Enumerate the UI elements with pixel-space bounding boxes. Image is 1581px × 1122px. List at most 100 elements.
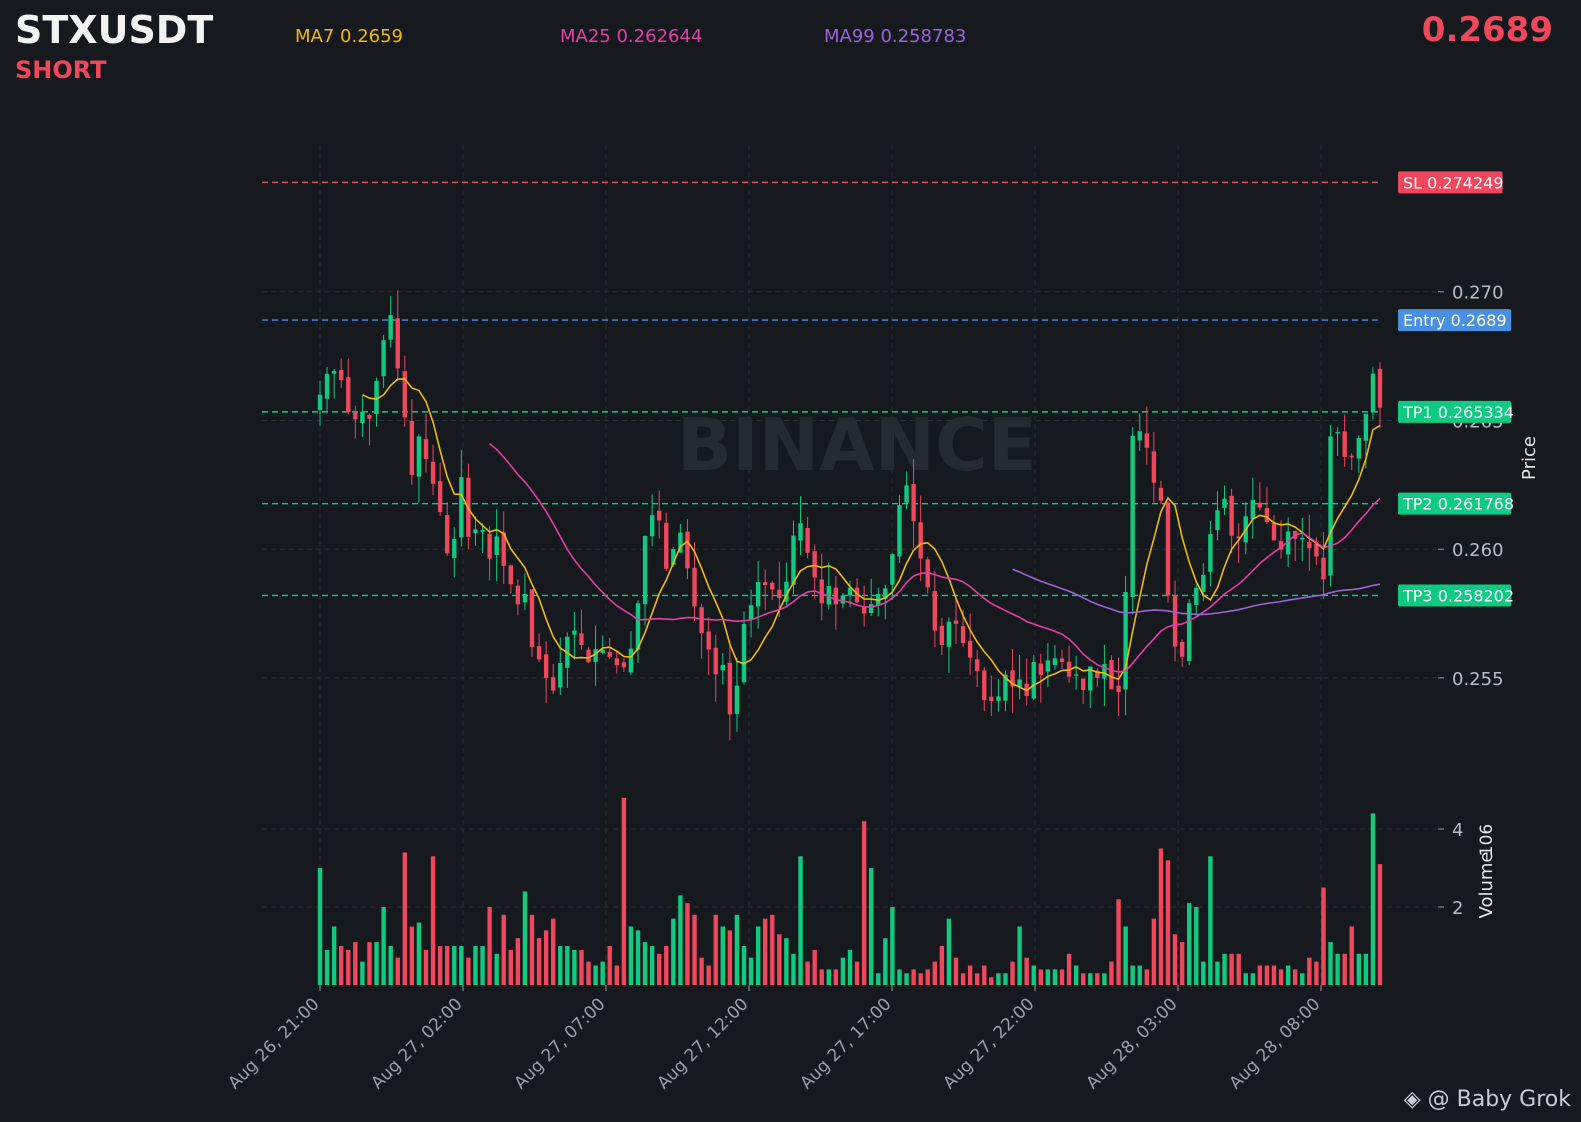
- time-tick-label: Aug 28, 08:00: [1226, 994, 1325, 1093]
- candle-body: [664, 522, 669, 569]
- volume-bar: [1151, 918, 1157, 985]
- volume-bar: [324, 949, 330, 985]
- volume-bar: [967, 965, 973, 985]
- volume-bar: [607, 946, 612, 985]
- candle-body: [960, 626, 966, 644]
- candle-body: [543, 654, 549, 679]
- candle-body: [445, 514, 450, 554]
- candle-body: [487, 533, 492, 559]
- volume-bar: [473, 946, 478, 985]
- candle-body: [529, 589, 535, 648]
- candle-body: [1222, 498, 1227, 508]
- volume-bar: [1264, 965, 1270, 985]
- volume-tick-label: 4: [1452, 820, 1463, 841]
- watermark: BINANCE: [677, 403, 1037, 487]
- volume-bar: [536, 938, 542, 985]
- candle-body: [1102, 663, 1107, 679]
- level-label-sl: SL 0.274249: [1403, 173, 1504, 192]
- volume-bar: [494, 953, 499, 985]
- volume-bar: [1349, 926, 1354, 985]
- volume-bar: [854, 961, 860, 985]
- candle-body: [1059, 658, 1065, 662]
- volume-bar: [1236, 953, 1241, 985]
- candle-body: [635, 603, 641, 650]
- volume-bar: [543, 930, 549, 985]
- candle-body: [741, 623, 747, 683]
- volume-bar: [558, 946, 563, 985]
- volume-bar: [409, 926, 415, 985]
- volume-bar: [685, 903, 690, 985]
- time-tick-label: Aug 27, 07:00: [511, 994, 610, 1093]
- candle-body: [755, 582, 761, 607]
- volume-bar: [713, 914, 718, 985]
- volume-bar: [466, 957, 471, 985]
- candle-body: [1271, 523, 1277, 541]
- candle-body: [508, 565, 513, 585]
- credit: ◈ @ Baby Grok: [1404, 1087, 1571, 1112]
- candle-body: [911, 484, 916, 522]
- volume-bar: [642, 942, 648, 985]
- candle-body: [967, 640, 973, 658]
- volume-bar: [600, 961, 605, 985]
- volume-bar: [960, 973, 966, 985]
- candle-body: [558, 662, 563, 688]
- volume-bar: [1363, 953, 1369, 985]
- candle-body: [946, 621, 952, 647]
- volume-bar: [876, 973, 881, 985]
- candle-body: [720, 664, 725, 671]
- candle-body: [1229, 495, 1234, 536]
- volume-bar: [1285, 965, 1291, 985]
- candle-body: [996, 696, 1001, 701]
- candle-body: [706, 631, 711, 650]
- volume-bar: [847, 949, 853, 985]
- volume-bar: [946, 918, 952, 985]
- volume-bar: [989, 977, 994, 985]
- volume-bar: [671, 918, 676, 985]
- price-tick-label: 0.255: [1452, 669, 1504, 690]
- volume-bar: [953, 957, 959, 985]
- candle-body: [317, 394, 323, 411]
- volume-bar: [770, 914, 775, 985]
- candle-body: [805, 528, 810, 553]
- candle-body: [1052, 658, 1058, 666]
- candle-body: [339, 370, 344, 381]
- volume-bar: [586, 961, 591, 985]
- candle-body: [1208, 534, 1213, 572]
- candle-body: [1321, 557, 1326, 580]
- volume-bar: [572, 949, 577, 985]
- time-tick-label: Aug 26, 21:00: [225, 994, 324, 1093]
- volume-bar: [861, 821, 867, 985]
- candle-body: [1179, 641, 1185, 657]
- volume-bar: [904, 973, 909, 985]
- price-axis-label: Price: [1519, 436, 1540, 480]
- candle-body: [388, 314, 393, 340]
- level-label-tp: TP2 0.261768: [1402, 495, 1514, 514]
- time-tick-label: Aug 27, 17:00: [797, 994, 896, 1093]
- candle-body: [748, 605, 754, 619]
- volume-bar: [367, 942, 372, 985]
- volume-tick-label: 2: [1452, 898, 1463, 919]
- volume-bar: [1194, 907, 1199, 985]
- volume-bar: [1377, 864, 1383, 985]
- candle-body: [1109, 660, 1114, 690]
- volume-bar: [649, 946, 655, 985]
- volume-bar: [593, 965, 598, 985]
- candle-body: [1038, 663, 1043, 675]
- volume-bar: [1278, 969, 1284, 985]
- volume-bar: [1038, 969, 1043, 985]
- time-tick-label: Aug 27, 02:00: [368, 994, 467, 1093]
- candle-body: [890, 554, 895, 585]
- candle-body: [1335, 432, 1340, 434]
- candle-body: [1201, 574, 1206, 592]
- candle-body: [360, 411, 365, 423]
- volume-bar: [812, 949, 817, 985]
- volume-bar: [1179, 942, 1185, 985]
- candle-body: [840, 595, 846, 604]
- level-label-entry: Entry 0.2689: [1403, 311, 1507, 330]
- candle-body: [649, 515, 655, 537]
- volume-bar: [1335, 953, 1340, 985]
- volume-bar: [869, 868, 874, 985]
- candle-body: [1073, 674, 1079, 676]
- volume-bar: [1222, 953, 1227, 985]
- candle-body: [1257, 502, 1263, 508]
